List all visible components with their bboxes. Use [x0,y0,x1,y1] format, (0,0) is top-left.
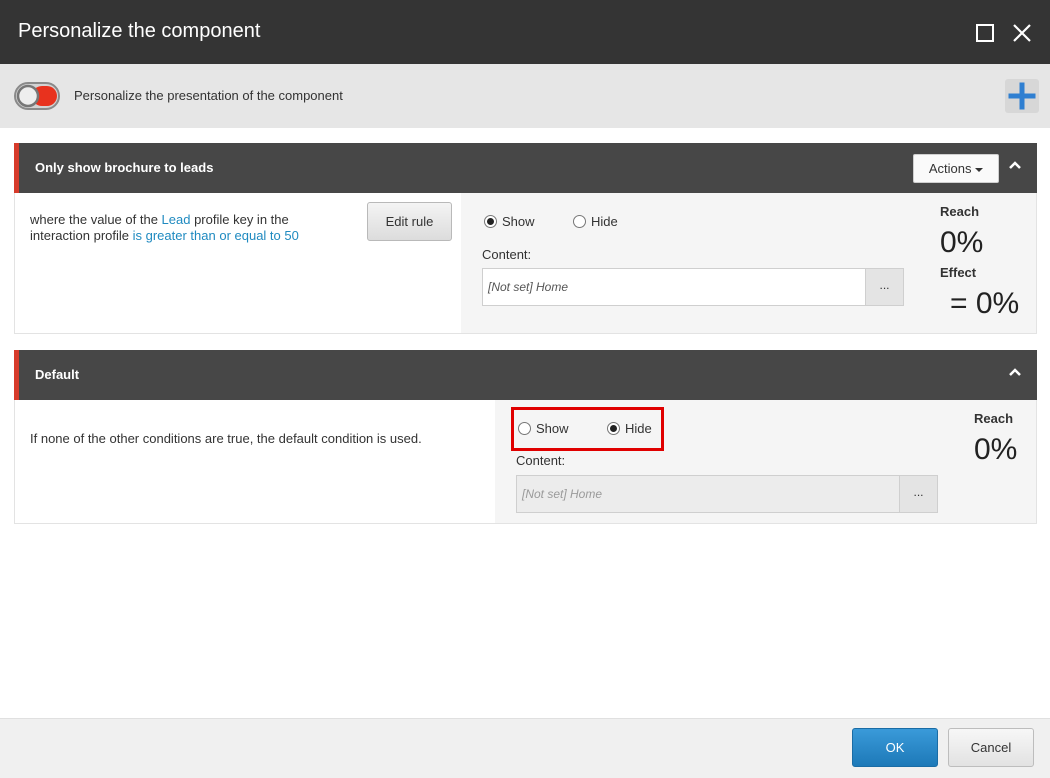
caret-down-icon [975,167,984,172]
actions-dropdown[interactable]: Actions [913,154,999,183]
content-label: Content: [516,453,566,468]
lead-link[interactable]: Lead [162,212,191,227]
close-icon[interactable] [1009,20,1035,46]
reach-label: Reach [974,411,1014,426]
rule-header-default: Default [14,350,1037,400]
rule-name: Default [35,367,80,382]
reach-value: 0% [974,433,1018,466]
browse-button[interactable]: ... [865,269,903,305]
browse-button[interactable]: ... [899,476,937,512]
show-radio[interactable]: Show [484,214,535,229]
dialog-titlebar: Personalize the component [0,0,1050,64]
dialog-title: Personalize the component [18,20,261,42]
radio-icon [573,215,586,228]
hide-radio[interactable]: Hide [573,214,618,229]
effect-label: Effect [940,265,977,280]
content-value: [Not set] Home [522,487,603,501]
collapse-icon[interactable] [1007,364,1023,380]
personalize-toggle-label: Personalize the presentation of the comp… [74,88,343,103]
edit-rule-button[interactable]: Edit rule [367,202,452,241]
rule-condition: where the value of the Lead profile key … [30,212,299,243]
cancel-button[interactable]: Cancel [948,728,1034,767]
radio-selected-icon [484,215,497,228]
content-field: [Not set] Home ... [516,475,938,513]
default-description: If none of the other conditions are true… [30,431,422,446]
ok-button[interactable]: OK [852,728,938,767]
content-label: Content: [482,247,532,262]
content-field[interactable]: [Not set] Home ... [482,268,904,306]
personalize-toggle[interactable] [14,82,60,110]
collapse-icon[interactable] [1007,157,1023,173]
add-rule-button[interactable] [1005,79,1039,113]
maximize-icon[interactable] [972,20,998,46]
rule-name: Only show brochure to leads [35,160,214,175]
rule-header-leads: Only show brochure to leads Actions [14,143,1037,193]
reach-label: Reach [940,204,980,219]
reach-value: 0% [940,226,984,259]
effect-value: = 0% [950,287,1020,320]
condition-link[interactable]: is greater than or equal to 50 [133,228,299,243]
actions-label: Actions [928,161,972,176]
highlight-annotation [511,407,664,451]
content-value: [Not set] Home [488,280,569,294]
plus-icon [1008,82,1036,110]
